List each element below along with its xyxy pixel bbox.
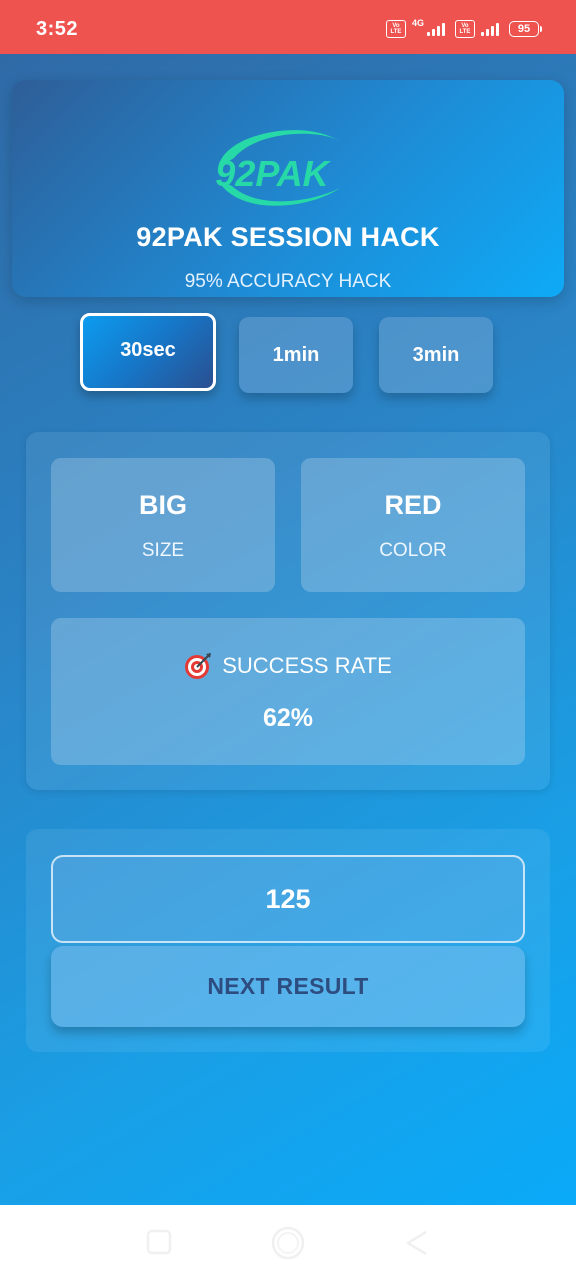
- home-icon[interactable]: [270, 1225, 306, 1261]
- app-screen: 92PAK 92PAK SESSION HACK 95% ACCURACY HA…: [0, 54, 576, 1205]
- prediction-panel: BIG SIZE RED COLOR SUCCESS RATE 62%: [26, 432, 550, 790]
- battery-level: 95: [509, 21, 539, 37]
- recent-apps-icon[interactable]: [146, 1229, 172, 1255]
- color-card: RED COLOR: [301, 458, 525, 592]
- size-label: SIZE: [141, 540, 185, 561]
- next-result-button[interactable]: NEXT RESULT: [51, 946, 525, 1027]
- status-time: 3:52: [36, 18, 79, 40]
- navigation-bar: [0, 1205, 576, 1280]
- status-bar: 3:52 Vo LTE 4G Vo LTE 95: [0, 0, 576, 54]
- battery-icon: 95: [509, 21, 542, 37]
- network-type: 4G: [411, 18, 424, 28]
- app-title: 92PAK SESSION HACK: [136, 222, 440, 252]
- svg-text:92PAK: 92PAK: [215, 153, 331, 194]
- color-label: COLOR: [379, 540, 447, 561]
- success-rate-card: SUCCESS RATE 62%: [51, 618, 525, 765]
- status-icons: Vo LTE 4G Vo LTE 95: [385, 18, 542, 38]
- period-panel: 125 NEXT RESULT: [26, 829, 550, 1052]
- size-card: BIG SIZE: [51, 458, 275, 592]
- volte-icon: Vo LTE: [385, 20, 406, 38]
- size-value: BIG: [138, 490, 187, 520]
- time-option-3min[interactable]: 3min: [379, 317, 493, 393]
- success-rate-row: SUCCESS RATE: [51, 652, 525, 680]
- header-card: 92PAK 92PAK SESSION HACK 95% ACCURACY HA…: [12, 80, 564, 297]
- time-option-1min[interactable]: 1min: [239, 317, 353, 393]
- time-option-30sec[interactable]: 30sec: [80, 313, 216, 391]
- signal-icon: [427, 22, 445, 36]
- 92pak-logo: 92PAK: [215, 130, 340, 206]
- color-value: RED: [384, 490, 442, 520]
- back-icon[interactable]: [404, 1229, 430, 1257]
- volte-icon: Vo LTE: [455, 20, 475, 38]
- app-subtitle: 95% ACCURACY HACK: [184, 271, 392, 292]
- success-rate-value: 62%: [262, 704, 314, 732]
- success-rate-label: SUCCESS RATE: [222, 653, 392, 678]
- signal-icon: [481, 22, 499, 36]
- target-icon: [185, 653, 212, 679]
- period-number: 125: [51, 855, 525, 943]
